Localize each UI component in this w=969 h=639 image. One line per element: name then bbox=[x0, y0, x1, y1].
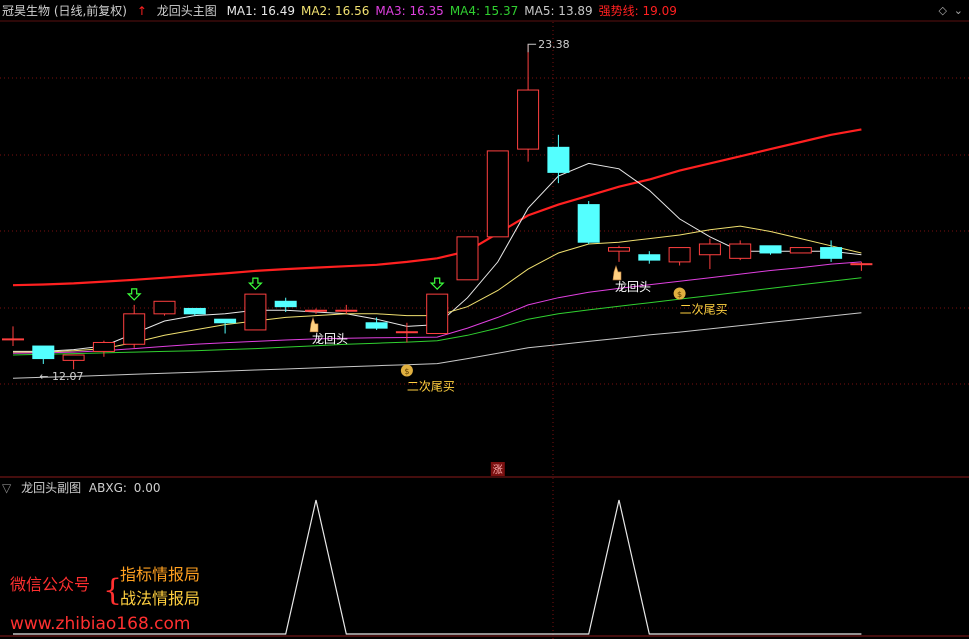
main-grid bbox=[0, 20, 969, 639]
watermark-url: www.zhibiao168.com bbox=[10, 614, 190, 634]
dragon-return-label: 龙回头 bbox=[312, 332, 348, 346]
wechat-label: 微信公众号 bbox=[10, 575, 90, 594]
candle bbox=[183, 307, 206, 316]
main-indicator-name[interactable]: 龙回头主图 bbox=[157, 4, 217, 18]
sub-toggle-icon[interactable]: ▽ bbox=[2, 481, 11, 495]
svg-text:$: $ bbox=[677, 290, 682, 299]
buy-arrow-icon bbox=[429, 277, 445, 290]
candle bbox=[789, 247, 812, 254]
ma-legend: MA1: 16.49 MA2: 16.56 MA3: 16.35 MA4: 15.37… bbox=[227, 4, 683, 18]
limit-up-badge-label: 涨 bbox=[493, 464, 503, 476]
candle bbox=[850, 261, 873, 271]
money-bag-icon: $ bbox=[400, 364, 413, 377]
expand-icon[interactable]: ⌄ bbox=[954, 4, 963, 17]
candle bbox=[577, 201, 600, 244]
sub-header: ▽ 龙回头副图 ABXG: 0.00 bbox=[2, 478, 166, 498]
second-buy-label: 二次尾买 bbox=[680, 302, 728, 316]
money-bag-icon: $ bbox=[673, 287, 686, 300]
candle bbox=[123, 304, 146, 348]
candle bbox=[486, 150, 509, 238]
watermark-line1: 指标情报局 bbox=[120, 565, 200, 584]
candle bbox=[547, 134, 570, 184]
up-arrow-icon: ↑ bbox=[136, 4, 147, 18]
candle bbox=[335, 304, 358, 314]
watermark: 微信公众号 {指标情报局战法情报局www.zhibiao168.com bbox=[10, 565, 200, 634]
candle bbox=[244, 293, 267, 331]
hand-pointer-icon bbox=[612, 264, 622, 281]
high-price-label: 23.38 bbox=[538, 38, 570, 51]
ma-legend-item: MA3: 16.35 bbox=[375, 4, 444, 18]
low-price-label: ← 12.07 bbox=[39, 370, 83, 383]
candle bbox=[759, 245, 782, 255]
candle bbox=[305, 308, 327, 314]
chart-canvas: 23.38← 12.07龙回头$二次尾买龙回头$二次尾买涨 微信公众号 {指标情报… bbox=[0, 20, 969, 639]
ma-legend-item: MA1: 16.49 bbox=[226, 4, 295, 18]
candle bbox=[638, 251, 661, 264]
high-pointer bbox=[527, 43, 537, 53]
candle bbox=[62, 354, 85, 370]
candle bbox=[608, 245, 630, 262]
ma-legend-item: MA5: 13.89 bbox=[524, 4, 593, 18]
candle bbox=[92, 340, 115, 357]
sub-indicator-name[interactable]: 龙回头副图 bbox=[21, 481, 81, 495]
abxg-value: 0.00 bbox=[133, 481, 161, 495]
buy-arrow-icon bbox=[247, 277, 263, 290]
candle bbox=[426, 293, 449, 335]
abxg-label: ABXG: bbox=[88, 481, 127, 495]
ma-legend-item: MA4: 15.37 bbox=[449, 4, 519, 18]
collapse-icon[interactable]: ◇ bbox=[939, 4, 947, 17]
candlesticks bbox=[2, 44, 873, 370]
main-header: 冠昊生物 (日线,前复权) ↑ 龙回头主图 MA1: 16.49 MA2: 16.… bbox=[2, 1, 689, 21]
candle bbox=[729, 240, 752, 261]
candle bbox=[32, 345, 55, 364]
candle bbox=[668, 247, 691, 266]
stock-name: 冠昊生物 (日线,前复权) bbox=[2, 4, 127, 18]
candle bbox=[698, 238, 721, 270]
ma-legend-item: MA2: 16.56 bbox=[300, 4, 370, 18]
hand-pointer-icon bbox=[309, 316, 319, 333]
dragon-return-label: 龙回头 bbox=[615, 280, 651, 294]
svg-text:$: $ bbox=[404, 367, 409, 376]
ma-legend-item: 强势线: 19.09 bbox=[598, 4, 677, 18]
signal-annotations: 23.38← 12.07龙回头$二次尾买龙回头$二次尾买涨 bbox=[39, 38, 728, 476]
candle bbox=[2, 326, 24, 347]
second-buy-label: 二次尾买 bbox=[407, 379, 455, 393]
candle bbox=[153, 300, 176, 316]
candle bbox=[456, 236, 479, 281]
buy-arrow-icon bbox=[126, 288, 142, 301]
candle bbox=[365, 317, 388, 330]
watermark-line2: 战法情报局 bbox=[120, 589, 200, 608]
candle bbox=[517, 44, 540, 162]
series-line bbox=[12, 128, 862, 287]
